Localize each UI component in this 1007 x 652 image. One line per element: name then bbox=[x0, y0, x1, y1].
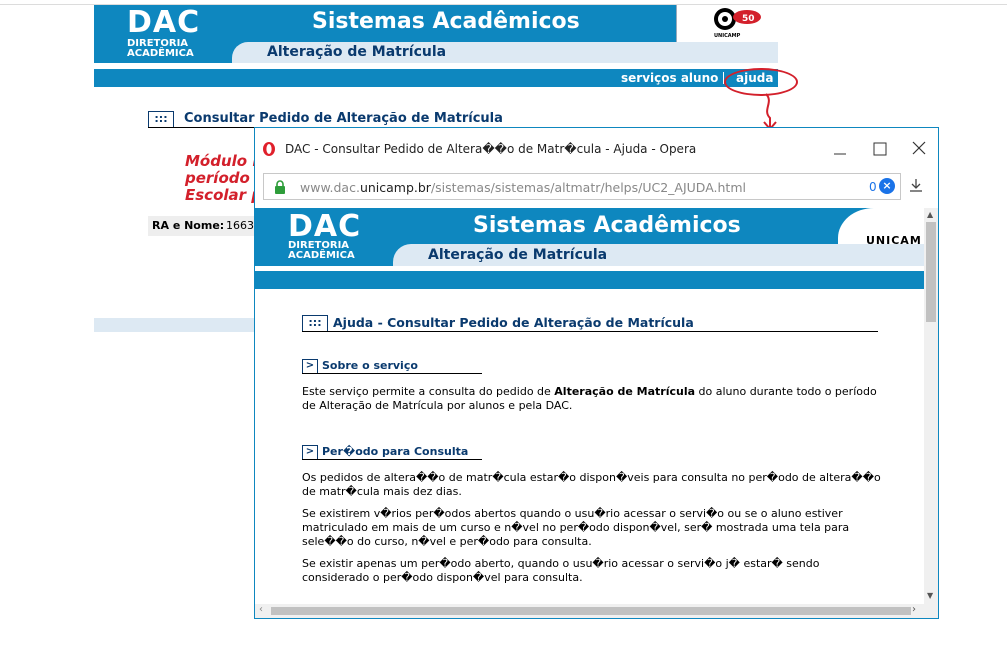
scroll-right-icon[interactable]: › bbox=[912, 604, 916, 615]
section-title: Consultar Pedido de Alteração de Matrícu… bbox=[184, 111, 503, 126]
svg-text:50: 50 bbox=[742, 14, 755, 24]
section-header: ::: Consultar Pedido de Alteração de Mat… bbox=[148, 111, 724, 128]
horizontal-scrollbar[interactable]: ‹ › bbox=[255, 604, 938, 618]
help-page-subtitle: Alteração de Matrícula bbox=[428, 247, 608, 263]
help-section-header: ::: Ajuda - Consultar Pedido de Alteraçã… bbox=[302, 315, 878, 332]
window-title: DAC - Consultar Pedido de Altera��o de M… bbox=[285, 142, 697, 156]
lock-icon bbox=[275, 180, 285, 194]
scroll-left-icon[interactable]: ‹ bbox=[259, 604, 263, 615]
horizontal-scroll-thumb[interactable] bbox=[271, 607, 911, 615]
page-title: Sistemas Acadêmicos bbox=[312, 9, 580, 34]
help-dac-logo-text: DAC bbox=[288, 209, 362, 244]
minimize-icon[interactable] bbox=[825, 136, 855, 162]
periodo-consulta-marker: > bbox=[302, 445, 318, 459]
help-diretoria-label: DIRETORIA ACADÊMICA bbox=[288, 240, 355, 261]
help-section-title: Ajuda - Consultar Pedido de Alteração de… bbox=[333, 315, 694, 330]
periodo-consulta-title: Per�odo para Consulta bbox=[322, 445, 469, 458]
section-marker: ::: bbox=[148, 111, 174, 127]
page-subtitle: Alteração de Matrícula bbox=[267, 44, 447, 60]
sobre-servico-text: Este serviço permite a consulta do pedid… bbox=[302, 385, 877, 412]
periodo-paragraph-2: Se existirem v�rios per�odos abertos qua… bbox=[302, 507, 850, 548]
help-section-marker: ::: bbox=[302, 315, 328, 331]
periodo-paragraph-3: Se existir apenas um per�odo aberto, qua… bbox=[302, 557, 820, 584]
periodo-paragraph-1: Os pedidos de altera��o de matr�cula est… bbox=[302, 471, 881, 498]
address-bar[interactable]: www.dac.unicamp.br/sistemas/sistemas/alt… bbox=[263, 173, 901, 200]
maximize-icon[interactable] bbox=[865, 136, 895, 162]
help-unicamp-logo: UNICAM bbox=[838, 208, 924, 247]
dac-logo-text: DAC bbox=[127, 5, 201, 40]
clear-url-icon[interactable]: × bbox=[879, 178, 895, 194]
sobre-servico-title: Sobre o serviço bbox=[322, 359, 418, 372]
scroll-down-icon[interactable]: ▼ bbox=[927, 591, 933, 600]
periodo-consulta-header: > Per�odo para Consulta bbox=[302, 445, 482, 460]
url-text[interactable]: www.dac.unicamp.br/sistemas/sistemas/alt… bbox=[300, 180, 746, 195]
sobre-servico-marker: > bbox=[302, 359, 318, 373]
ra-nome-row: RA e Nome: 1663 bbox=[148, 216, 258, 236]
close-icon[interactable] bbox=[904, 136, 934, 162]
unicamp-logo-label: UNICAMP bbox=[714, 33, 741, 39]
sobre-servico-header: > Sobre o serviço bbox=[302, 359, 482, 374]
vertical-scroll-thumb[interactable] bbox=[926, 222, 936, 322]
help-popup-window: DAC - Consultar Pedido de Altera��o de M… bbox=[254, 127, 939, 619]
ra-label: RA e Nome: bbox=[152, 219, 225, 232]
unicamp-logo: 50 UNICAMP bbox=[676, 5, 779, 42]
top-nav-bar: serviços aluno ajuda bbox=[94, 69, 778, 87]
help-page-title: Sistemas Acadêmicos bbox=[473, 213, 741, 238]
help-nav-bar bbox=[255, 271, 924, 289]
url-badge-count: 0 bbox=[869, 180, 877, 194]
ra-value: 1663 bbox=[226, 219, 254, 232]
window-titlebar[interactable]: DAC - Consultar Pedido de Altera��o de M… bbox=[255, 128, 938, 171]
scroll-up-icon[interactable]: ▲ bbox=[927, 210, 933, 219]
vertical-scrollbar[interactable]: ▲ ▼ bbox=[924, 208, 938, 604]
opera-icon bbox=[263, 142, 275, 156]
servicos-aluno-link[interactable]: serviços aluno bbox=[621, 71, 718, 85]
download-icon[interactable] bbox=[909, 178, 923, 192]
help-page-viewport[interactable]: DAC DIRETORIA ACADÊMICA Sistemas Acadêmi… bbox=[255, 208, 924, 604]
annotation-arrow-icon bbox=[763, 93, 777, 131]
footer-band bbox=[94, 318, 256, 332]
help-unicamp-logo-label: UNICAM bbox=[866, 234, 922, 247]
diretoria-academica-label: DIRETORIA ACADÊMICA bbox=[127, 38, 194, 59]
